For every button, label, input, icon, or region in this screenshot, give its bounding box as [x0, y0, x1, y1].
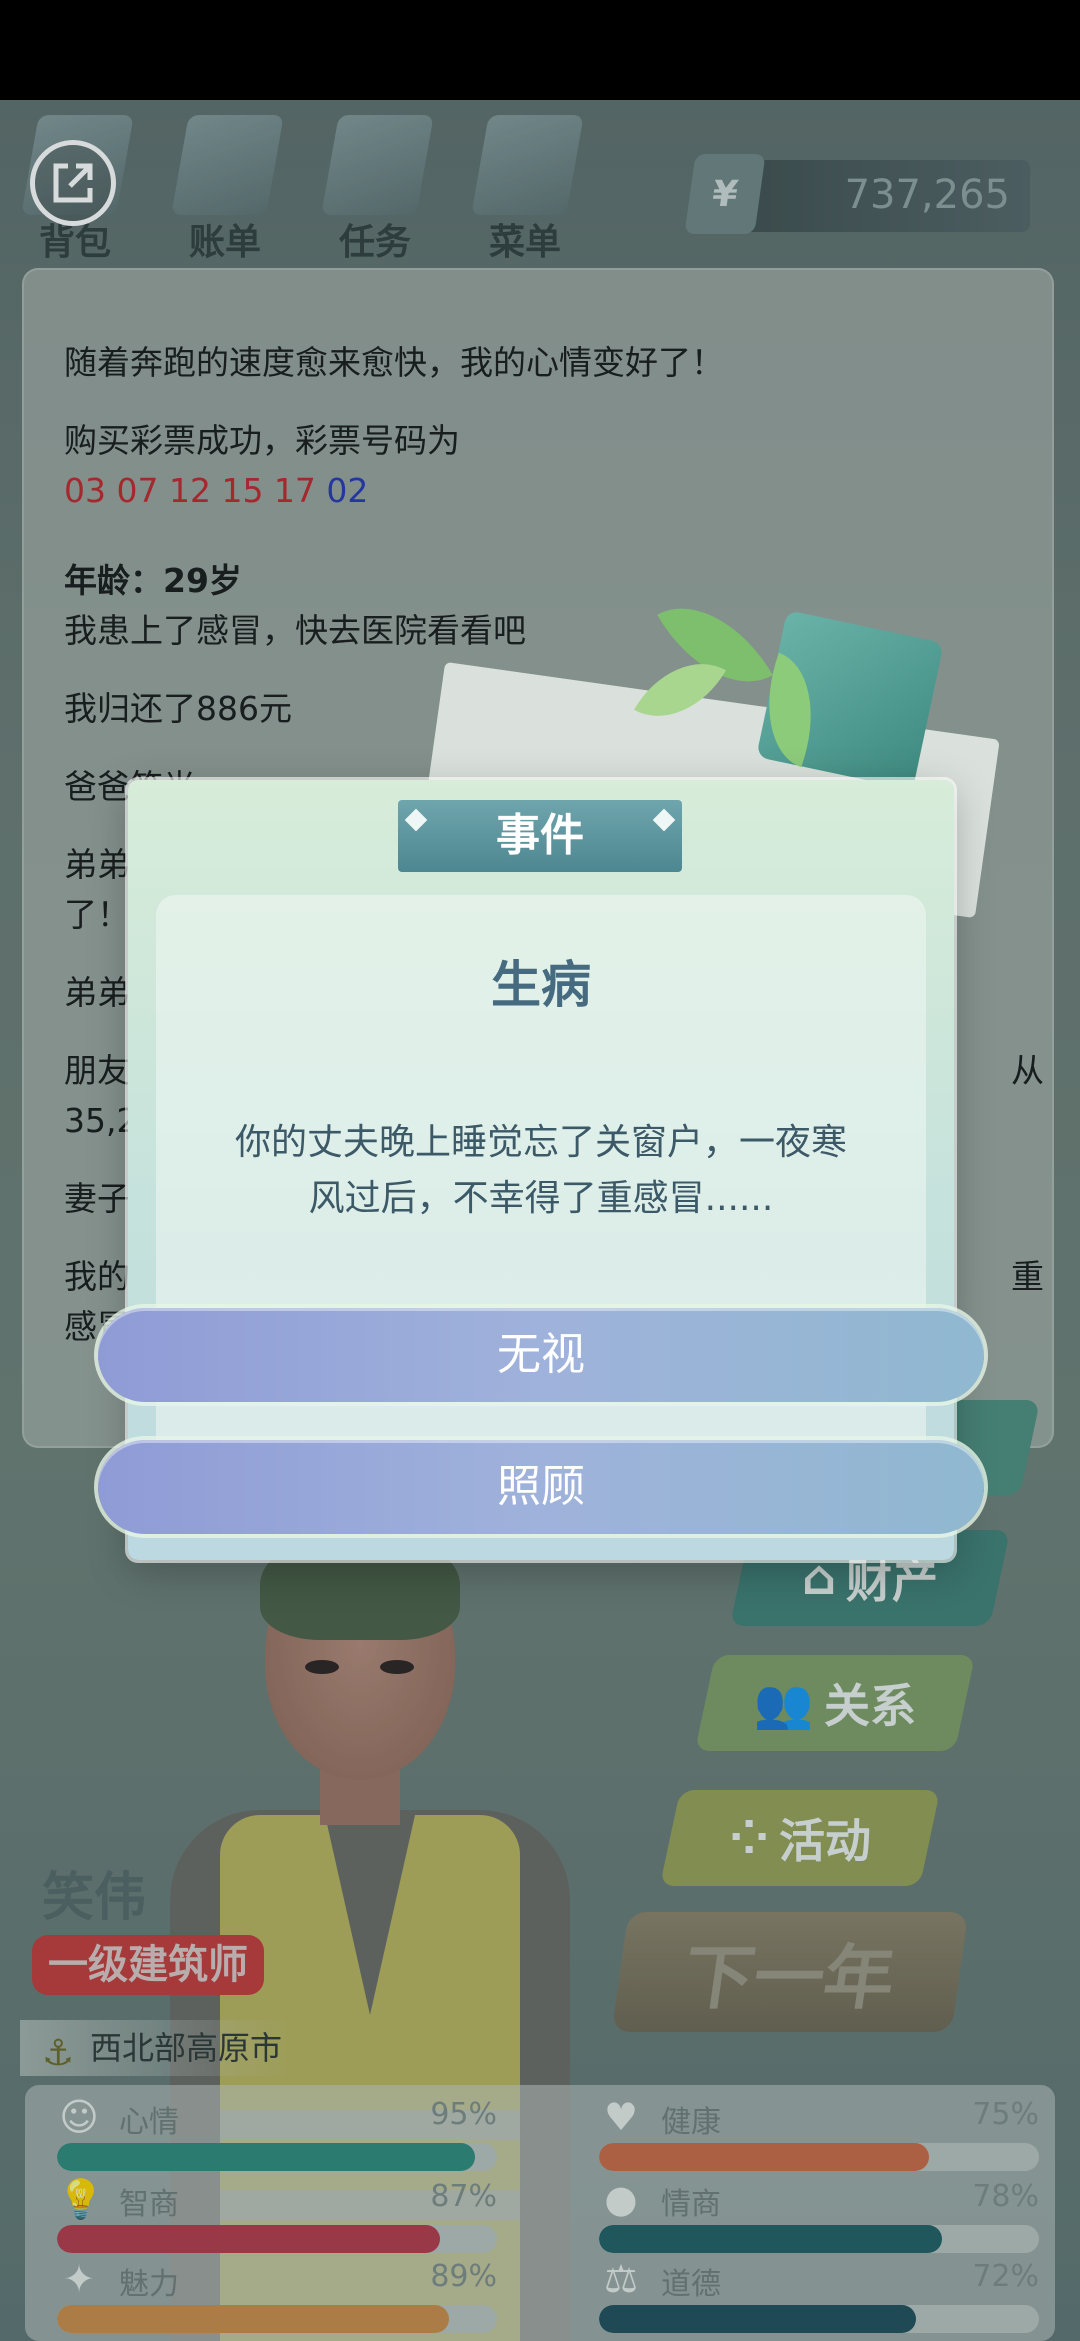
dialog-content: 生病 你的丈夫晚上睡觉忘了关窗户，一夜寒 风过后，不幸得了重感冒...... [156, 895, 926, 1505]
dialog-title: 生病 [491, 956, 591, 1014]
dialog-message: 你的丈夫晚上睡觉忘了关窗户，一夜寒 风过后，不幸得了重感冒...... [196, 1115, 886, 1227]
ignore-button[interactable]: 无视 [98, 1308, 984, 1402]
care-button[interactable]: 照顾 [98, 1440, 984, 1534]
diamond-icon [404, 808, 428, 832]
dialog-message-line: 风过后，不幸得了重感冒...... [308, 1178, 774, 1219]
diamond-icon [652, 808, 676, 832]
dialog-message-line: 你的丈夫晚上睡觉忘了关窗户，一夜寒 [234, 1122, 847, 1163]
dialog-tab: 事件 [398, 800, 682, 872]
dialog-tab-label: 事件 [496, 810, 584, 861]
